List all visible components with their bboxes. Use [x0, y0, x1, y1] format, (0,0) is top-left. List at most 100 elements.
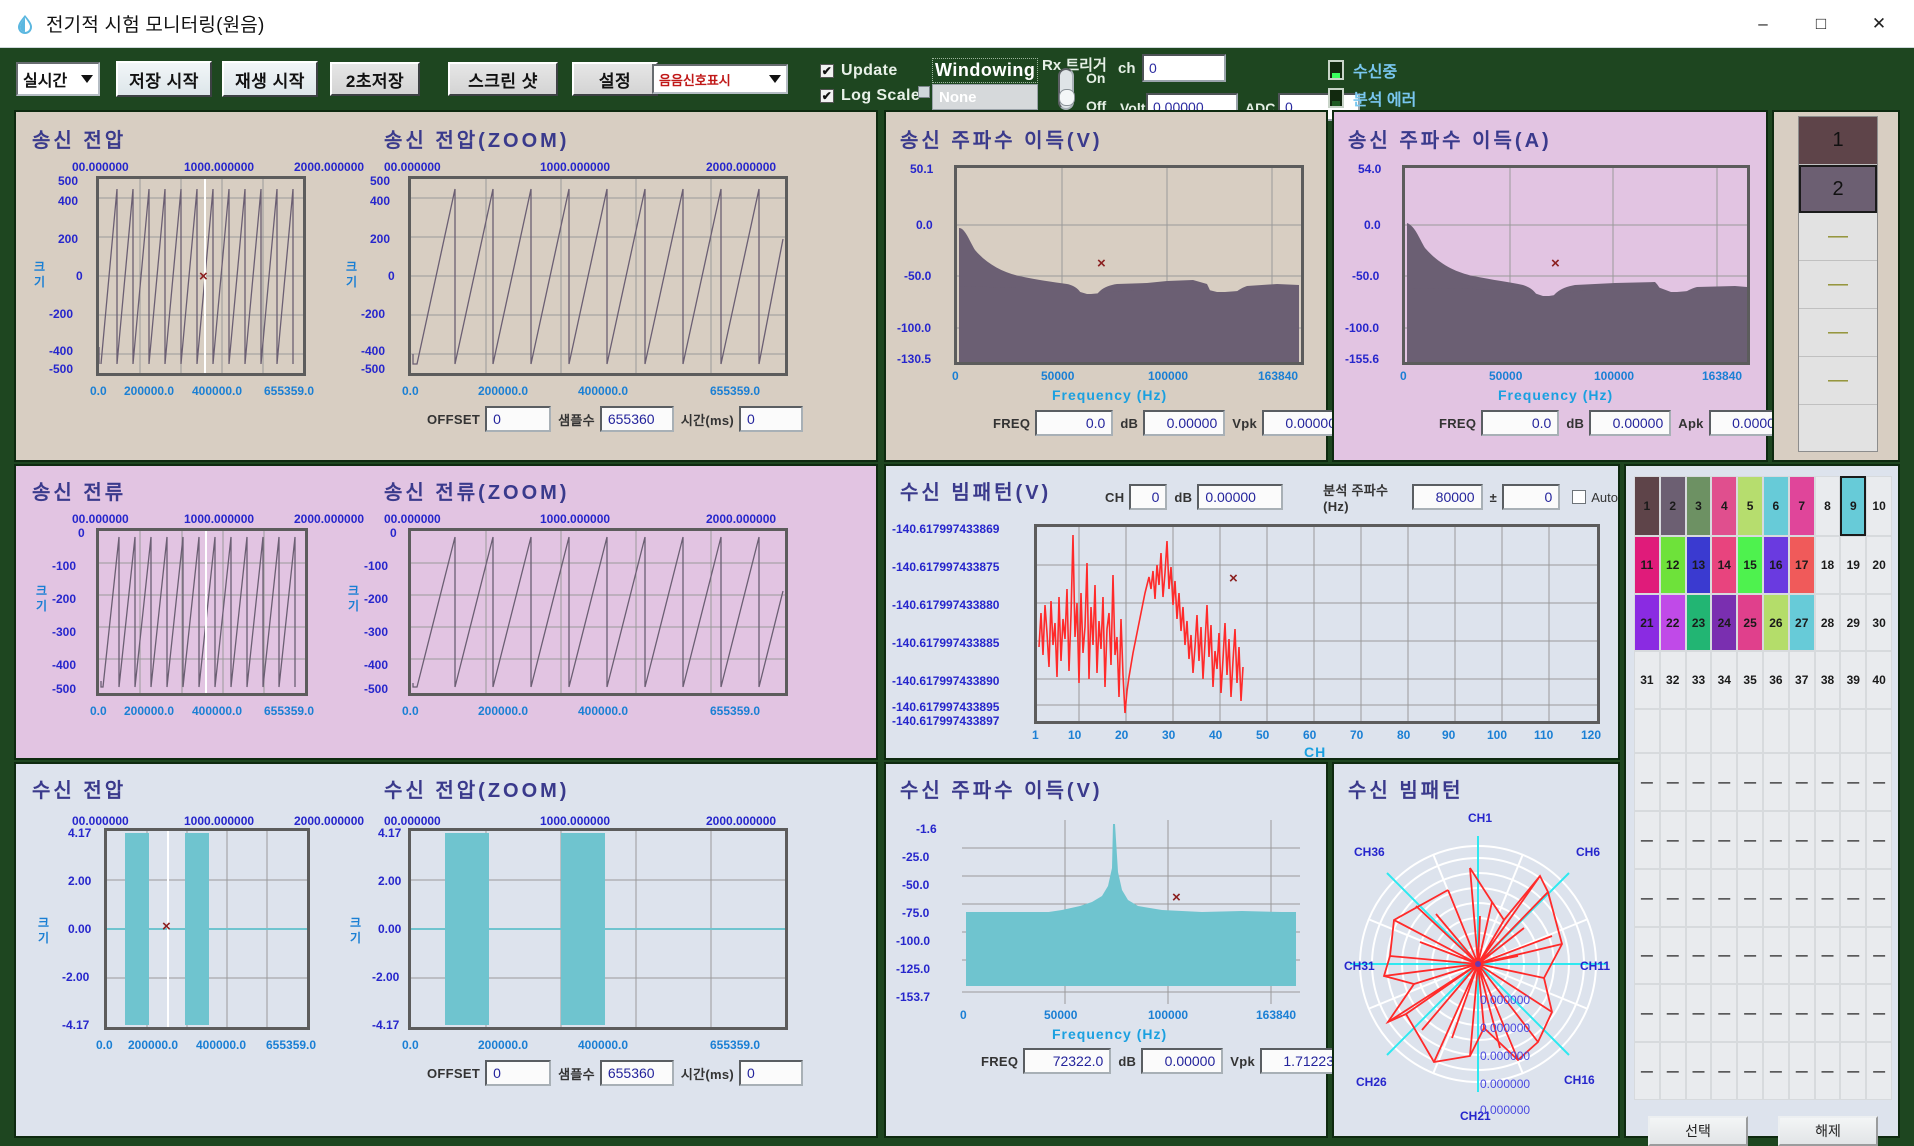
channel-cell[interactable]: —	[1659, 1042, 1686, 1100]
freq-value[interactable]: 72322.0	[1023, 1048, 1112, 1074]
channel-cell[interactable]: —	[1814, 926, 1841, 985]
channel-cell[interactable]: —	[1762, 753, 1789, 811]
save-start-button[interactable]: 저장 시작	[116, 61, 212, 97]
side-tab-3[interactable]: —	[1799, 213, 1877, 261]
maximize-button[interactable]: □	[1792, 1, 1850, 47]
channel-cell[interactable]: 9	[1840, 476, 1867, 536]
save-2sec-button[interactable]: 2초저장	[330, 62, 420, 96]
channel-cell[interactable]	[1634, 709, 1660, 754]
samples-input[interactable]: 655360	[599, 406, 674, 432]
channel-cell[interactable]	[1737, 709, 1763, 754]
channel-cell[interactable]: —	[1840, 1042, 1867, 1100]
channel-cell[interactable]: —	[1685, 1042, 1712, 1100]
channel-cell[interactable]: 22	[1659, 593, 1686, 652]
channel-cell[interactable]: 21	[1634, 593, 1660, 652]
channel-cell[interactable]: —	[1659, 984, 1686, 1043]
channel-cell[interactable]: 12	[1659, 535, 1686, 594]
plot-tx-voltage[interactable]: ×	[96, 176, 306, 376]
freq-value[interactable]: 0.0	[1481, 410, 1560, 436]
channel-cell[interactable]: —	[1737, 868, 1763, 927]
channel-cell[interactable]: 2	[1659, 476, 1686, 536]
channel-cell[interactable]: —	[1737, 926, 1763, 985]
channel-cell[interactable]: —	[1685, 810, 1712, 869]
channel-cell[interactable]: 8	[1814, 476, 1841, 536]
channel-cell[interactable]: —	[1659, 868, 1686, 927]
channel-cell[interactable]: —	[1840, 753, 1867, 811]
vpk-value[interactable]: 1.71223	[1260, 1048, 1342, 1074]
channel-cell[interactable]: 15	[1737, 535, 1763, 594]
channel-cell[interactable]: —	[1659, 753, 1686, 811]
time-input[interactable]: 0	[739, 406, 804, 432]
side-tab-1[interactable]: 1	[1799, 117, 1877, 165]
channel-cell[interactable]: 13	[1685, 535, 1712, 594]
channel-cell[interactable]: 30	[1866, 593, 1892, 652]
plot-tx-gain-a[interactable]: ×	[1402, 165, 1750, 365]
play-start-button[interactable]: 재생 시작	[222, 61, 318, 97]
channel-cell[interactable]: —	[1866, 868, 1892, 927]
channel-cell[interactable]: —	[1685, 753, 1712, 811]
channel-cell[interactable]	[1711, 709, 1738, 754]
polar-plot[interactable]: CH1 CH6 CH11 CH16 CH21 CH26 CH31 CH36 0.…	[1344, 808, 1612, 1128]
mode-select[interactable]: 실시간	[16, 62, 100, 96]
channel-cell[interactable]	[1840, 709, 1867, 754]
channel-cell[interactable]: 31	[1634, 651, 1660, 710]
channel-cell[interactable]: 20	[1866, 535, 1892, 594]
channel-cell[interactable]: —	[1762, 984, 1789, 1043]
channel-cell[interactable]: 40	[1866, 651, 1892, 710]
plot-tx-current[interactable]	[96, 528, 308, 696]
channel-cell[interactable]: —	[1866, 753, 1892, 811]
channel-cell[interactable]: —	[1634, 810, 1660, 869]
channel-cell[interactable]: —	[1866, 984, 1892, 1043]
windowing-select[interactable]: None	[932, 84, 1038, 110]
channel-cell[interactable]	[1762, 709, 1789, 754]
plot-tx-current-zoom[interactable]	[408, 528, 788, 696]
channel-cell[interactable]: —	[1685, 984, 1712, 1043]
channel-cell[interactable]: 39	[1840, 651, 1867, 710]
channel-cell[interactable]: —	[1840, 810, 1867, 869]
channel-cell[interactable]: —	[1634, 868, 1660, 927]
channel-cell[interactable]: 36	[1762, 651, 1789, 710]
channel-cell[interactable]: —	[1866, 810, 1892, 869]
channel-cell[interactable]: —	[1866, 926, 1892, 985]
channel-cell[interactable]: —	[1840, 984, 1867, 1043]
channel-cell[interactable]: —	[1788, 810, 1815, 869]
channel-cell[interactable]: —	[1762, 926, 1789, 985]
channel-cell[interactable]: —	[1814, 868, 1841, 927]
samples-input[interactable]: 655360	[599, 1060, 674, 1086]
channel-cell[interactable]: 32	[1659, 651, 1686, 710]
channel-cell[interactable]: 38	[1814, 651, 1841, 710]
channel-cell[interactable]: —	[1840, 868, 1867, 927]
plot-rx-voltage[interactable]: ×	[104, 828, 310, 1030]
side-tab-6[interactable]: —	[1799, 357, 1877, 405]
channel-cell[interactable]: 37	[1788, 651, 1815, 710]
channel-cell[interactable]: —	[1866, 1042, 1892, 1100]
channel-cell[interactable]: —	[1788, 926, 1815, 985]
channel-cell[interactable]: —	[1711, 753, 1738, 811]
channel-cell[interactable]: —	[1788, 868, 1815, 927]
close-button[interactable]: ✕	[1850, 1, 1908, 47]
channel-cell[interactable]: 1	[1634, 476, 1660, 536]
side-tab-4[interactable]: —	[1799, 261, 1877, 309]
channel-cell[interactable]: —	[1840, 926, 1867, 985]
channel-cell[interactable]: 27	[1788, 593, 1815, 652]
channel-cell[interactable]: —	[1711, 1042, 1738, 1100]
auto-checkbox[interactable]: Auto	[1572, 490, 1618, 505]
update-checkbox[interactable]: ✔ Update	[820, 62, 898, 80]
channel-grid[interactable]: 1 2 3 4 5 6 7 8 9 10 11 12 13 14 15 16 17 18 19 20 21 22 23 24 2…	[1634, 476, 1892, 1100]
channel-cell[interactable]: 7	[1788, 476, 1815, 536]
channel-cell[interactable]: 17	[1788, 535, 1815, 594]
db-value[interactable]: 0.00000	[1589, 410, 1672, 436]
time-input[interactable]: 0	[739, 1060, 804, 1086]
channel-cell[interactable]: 26	[1762, 593, 1789, 652]
channel-cell[interactable]	[1685, 709, 1712, 754]
channel-cell[interactable]	[1788, 709, 1815, 754]
side-tab-7[interactable]	[1799, 405, 1877, 451]
channel-cell[interactable]: —	[1634, 753, 1660, 811]
signal-display-select[interactable]: 음음신호표시	[652, 64, 788, 94]
channel-cell[interactable]: —	[1685, 926, 1712, 985]
freq-value[interactable]: 0.0	[1035, 410, 1114, 436]
db-value[interactable]: 0.00000	[1143, 410, 1226, 436]
channel-cell[interactable]: 3	[1685, 476, 1712, 536]
channel-cell[interactable]: 11	[1634, 535, 1660, 594]
channel-cell[interactable]: —	[1634, 984, 1660, 1043]
